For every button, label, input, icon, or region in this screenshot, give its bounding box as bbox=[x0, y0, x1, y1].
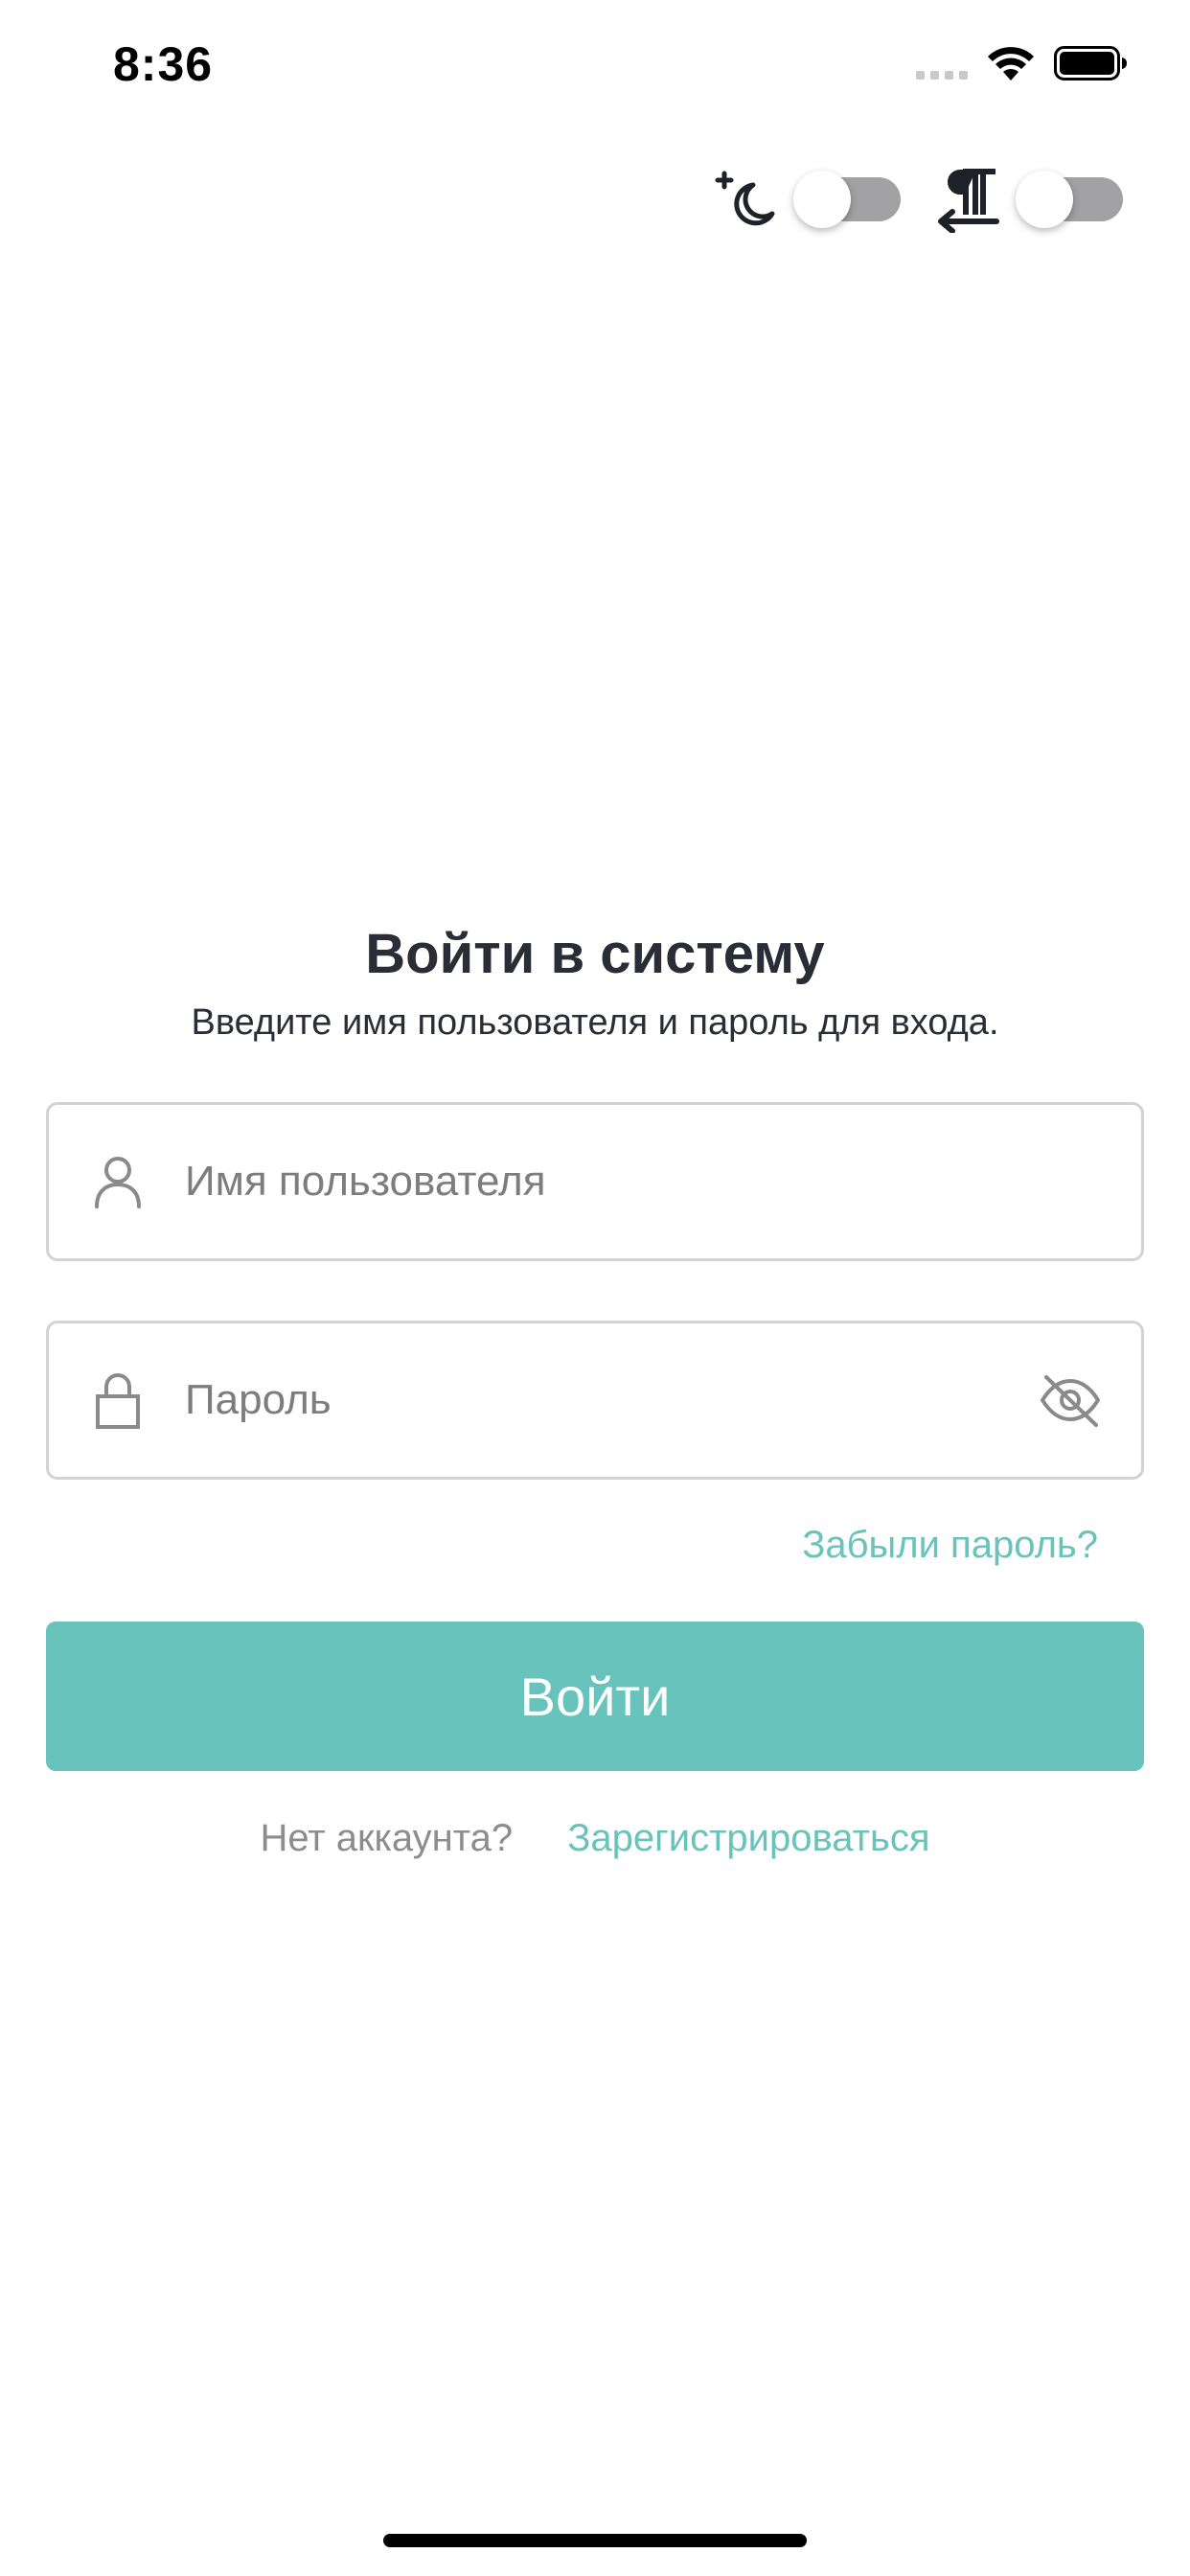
status-bar: 8:36 bbox=[0, 0, 1190, 134]
login-button[interactable]: Войти bbox=[46, 1622, 1144, 1771]
register-row: Нет аккаунта? Зарегистрироваться bbox=[0, 1817, 1190, 1860]
wifi-icon bbox=[988, 47, 1034, 80]
forgot-password-link[interactable]: Забыли пароль? bbox=[802, 1524, 1098, 1567]
page-title: Войти в систему bbox=[365, 923, 825, 985]
status-time: 8:36 bbox=[113, 37, 214, 91]
username-field[interactable] bbox=[46, 1102, 1144, 1261]
home-indicator bbox=[383, 2534, 807, 2547]
user-icon bbox=[89, 1153, 147, 1210]
no-account-text: Нет аккаунта? bbox=[260, 1817, 514, 1859]
lock-icon bbox=[89, 1371, 147, 1429]
register-link[interactable]: Зарегистрироваться bbox=[567, 1817, 929, 1859]
username-input[interactable] bbox=[185, 1105, 1026, 1258]
password-field[interactable] bbox=[46, 1321, 1144, 1480]
moon-icon bbox=[715, 166, 782, 233]
rtl-toggle-knob bbox=[1016, 171, 1073, 228]
dark-mode-toggle[interactable] bbox=[793, 171, 901, 228]
eye-off-icon[interactable] bbox=[1036, 1366, 1105, 1435]
paragraph-direction-icon bbox=[937, 166, 1004, 233]
top-controls bbox=[715, 163, 1123, 236]
battery-icon bbox=[1054, 46, 1127, 80]
page-subtitle: Введите имя пользователя и пароль для вх… bbox=[191, 1002, 999, 1043]
password-input[interactable] bbox=[185, 1323, 1026, 1477]
dark-mode-toggle-knob bbox=[793, 171, 851, 228]
rtl-toggle[interactable] bbox=[1016, 171, 1123, 228]
cellular-signal-icon bbox=[916, 71, 968, 80]
